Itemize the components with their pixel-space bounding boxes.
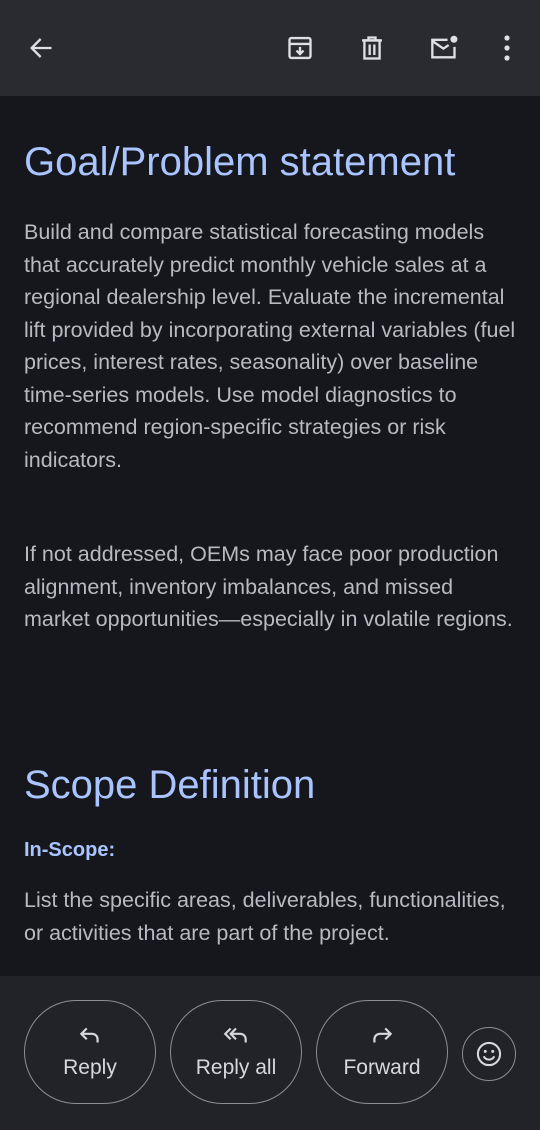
reply-all-button[interactable]: Reply all bbox=[170, 1000, 302, 1104]
reply-label: Reply bbox=[63, 1056, 117, 1079]
reply-button[interactable]: Reply bbox=[24, 1000, 156, 1104]
arrow-left-icon bbox=[30, 38, 52, 58]
emoji-reaction-button[interactable] bbox=[462, 1027, 516, 1081]
more-vertical-icon bbox=[504, 35, 510, 61]
forward-label: Forward bbox=[343, 1056, 421, 1079]
paragraph-in-scope: List the specific areas, deliverables, f… bbox=[24, 888, 506, 945]
forward-button[interactable]: Forward bbox=[316, 1000, 448, 1104]
archive-icon bbox=[288, 36, 312, 60]
reply-all-label: Reply all bbox=[195, 1056, 277, 1079]
more-options-button[interactable] bbox=[483, 24, 531, 72]
heading-goal-problem: Goal/Problem statement bbox=[24, 140, 456, 184]
heading-scope-definition: Scope Definition bbox=[24, 763, 316, 807]
paragraph-goal: Build and compare statistical forecastin… bbox=[24, 220, 516, 472]
subheading-in-scope: In-Scope: bbox=[24, 839, 116, 861]
delete-button[interactable] bbox=[348, 24, 396, 72]
email-body: Goal/Problem statement Build and compare… bbox=[0, 96, 540, 976]
paragraph-impact: If not addressed, OEMs may face poor pro… bbox=[24, 542, 513, 631]
reply-icon bbox=[79, 1027, 99, 1043]
back-button[interactable] bbox=[17, 24, 65, 72]
mark-unread-button[interactable] bbox=[420, 24, 468, 72]
top-app-bar bbox=[0, 0, 540, 96]
bottom-action-bar: Reply Reply all Forward bbox=[0, 976, 540, 1130]
mark-unread-icon bbox=[431, 35, 458, 59]
reply-all-icon bbox=[223, 1027, 247, 1043]
trash-icon bbox=[362, 36, 382, 60]
forward-icon bbox=[373, 1027, 393, 1043]
emoji-smile-icon bbox=[476, 1041, 502, 1067]
email-view-screen: Goal/Problem statement Build and compare… bbox=[0, 0, 540, 1130]
archive-button[interactable] bbox=[276, 24, 324, 72]
